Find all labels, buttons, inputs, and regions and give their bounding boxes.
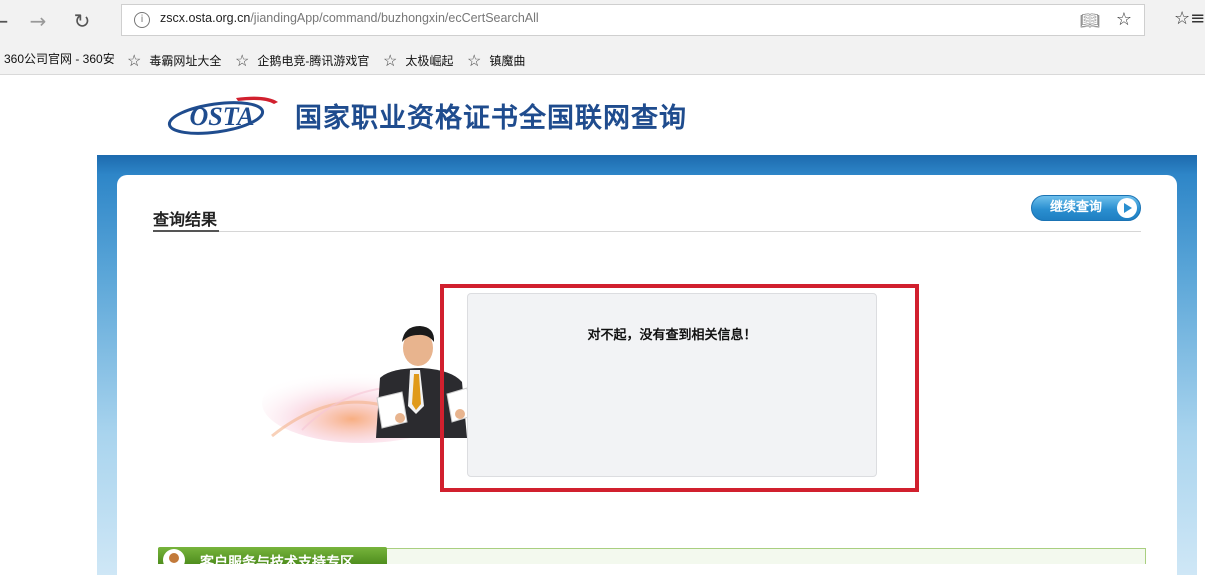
support-tab[interactable]: 客户服务与技术支持专区 <box>158 547 387 564</box>
bookmark-item[interactable]: ☆ 企鹅电竞-腾讯游戏官 <box>235 50 369 70</box>
url-host: zscx.osta.org.cn <box>160 11 251 25</box>
bookmark-label: 毒霸网址大全 <box>149 54 222 68</box>
bookmark-label: 镇魔曲 <box>489 54 526 68</box>
osta-logo-graphic: OSTA <box>167 96 278 135</box>
star-icon: ☆ <box>235 53 250 70</box>
continue-search-button[interactable]: 继续查询 <box>1031 195 1141 221</box>
bookmarks-bar: 360公司官网 - 360安 ☆ 毒霸网址大全 ☆ 企鹅电竞-腾讯游戏官 ☆ 太极崛起… <box>0 42 1205 75</box>
section-title: 查询结果 <box>153 210 218 229</box>
bookmark-label: 360公司官网 - 360安 <box>4 52 115 66</box>
url-text[interactable]: zscx.osta.org.cn/jiandingApp/command/buz… <box>160 11 539 25</box>
osta-logo[interactable]: OSTA <box>166 92 281 140</box>
back-arrow-icon[interactable]: ← <box>0 8 14 34</box>
bookmark-label: 企鹅电竞-腾讯游戏官 <box>257 54 370 68</box>
star-icon: ☆ <box>127 53 142 70</box>
divider <box>153 231 1141 232</box>
reading-view-icon[interactable]: 📖︎ <box>1080 11 1100 30</box>
bookmark-item[interactable]: 360公司官网 - 360安 <box>4 50 115 67</box>
play-arrow-icon <box>1117 198 1137 218</box>
browser-toolbar: ← → ↻ i zscx.osta.org.cn/jiandingApp/com… <box>0 0 1205 42</box>
continue-search-label: 继续查询 <box>1050 200 1103 215</box>
url-path: /jiandingApp/command/buzhongxin/ecCertSe… <box>250 11 539 25</box>
refresh-icon[interactable]: ↻ <box>68 8 96 34</box>
star-icon: ☆ <box>467 53 482 70</box>
address-bar[interactable]: i zscx.osta.org.cn/jiandingApp/command/b… <box>121 4 1145 36</box>
star-icon[interactable]: ☆ <box>1116 9 1132 30</box>
star-icon: ☆ <box>383 53 398 70</box>
bookmark-item[interactable]: ☆ 毒霸网址大全 <box>127 50 221 70</box>
highlight-annotation <box>440 284 919 492</box>
title-underline <box>153 230 219 232</box>
logo-text: OSTA <box>189 102 254 131</box>
customer-service-icon <box>163 549 185 564</box>
bookmark-item[interactable]: ☆ 太极崛起 <box>383 50 453 70</box>
forward-arrow-icon[interactable]: → <box>24 8 52 34</box>
info-icon[interactable]: i <box>134 12 150 28</box>
site-title: 国家职业资格证书全国联网查询 <box>295 103 687 134</box>
support-label: 客户服务与技术支持专区 <box>200 555 354 564</box>
bookmark-item[interactable]: ☆ 镇魔曲 <box>467 50 525 70</box>
favorites-icon[interactable]: ☆≡ <box>1174 8 1205 29</box>
bookmark-label: 太极崛起 <box>405 54 454 68</box>
